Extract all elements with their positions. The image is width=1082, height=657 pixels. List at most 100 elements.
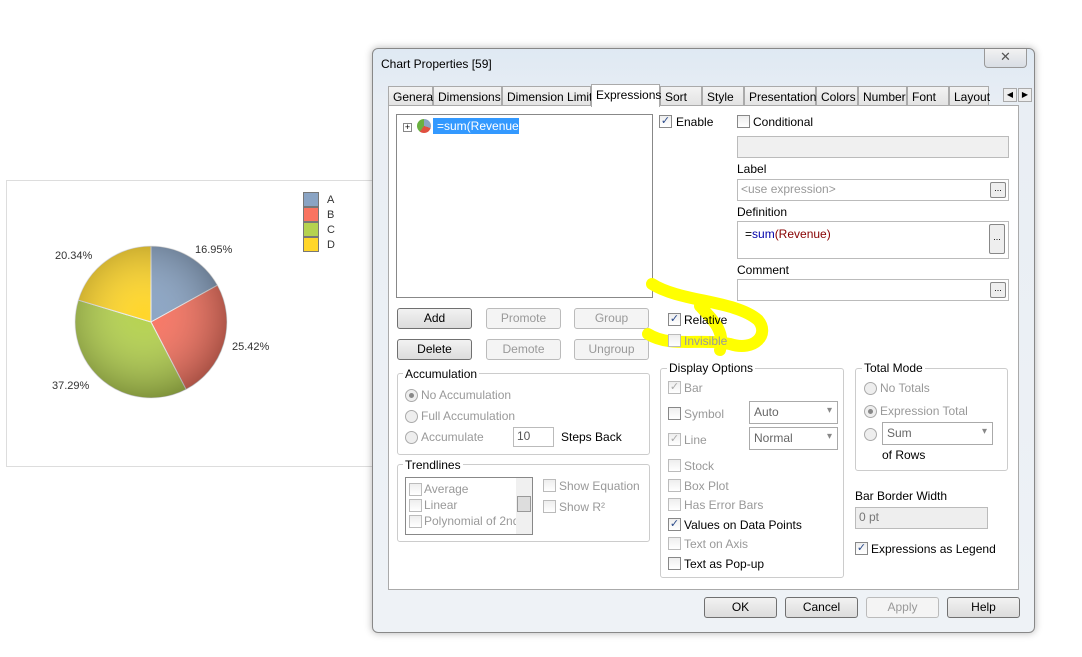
line-checkbox[interactable]: ✓ bbox=[668, 433, 681, 446]
values-on-data-points-checkbox[interactable]: ✓ bbox=[668, 518, 681, 531]
tab-colors[interactable]: Colors bbox=[816, 86, 858, 106]
relative-label: Relative bbox=[684, 313, 728, 327]
symbol-label: Symbol bbox=[684, 407, 725, 421]
no-totals-label: No Totals bbox=[880, 381, 930, 395]
line-label: Line bbox=[684, 433, 707, 447]
slice-label-c: 37.29% bbox=[52, 380, 90, 392]
full-accumulation-radio[interactable] bbox=[405, 410, 418, 423]
bar-border-width-label: Bar Border Width bbox=[855, 489, 948, 503]
show-r2-label: Show R² bbox=[559, 500, 606, 514]
label-input[interactable]: <use expression> bbox=[737, 179, 1009, 201]
group-button[interactable]: Group bbox=[574, 308, 649, 329]
pie-chart-icon bbox=[417, 119, 431, 133]
demote-button[interactable]: Demote bbox=[486, 339, 561, 360]
full-accumulation-label: Full Accumulation bbox=[421, 409, 516, 423]
stock-checkbox[interactable] bbox=[668, 459, 681, 472]
ungroup-button[interactable]: Ungroup bbox=[574, 339, 649, 360]
help-button[interactable]: Help bbox=[947, 597, 1020, 618]
accumulate-label: Accumulate bbox=[421, 430, 484, 444]
relative-checkbox[interactable]: ✓ bbox=[668, 313, 681, 326]
conditional-checkbox[interactable] bbox=[737, 115, 750, 128]
enable-label: Enable bbox=[676, 115, 714, 129]
symbol-dropdown[interactable]: Auto bbox=[749, 401, 838, 424]
text-on-axis-checkbox[interactable] bbox=[668, 537, 681, 550]
tab-number[interactable]: Number bbox=[858, 86, 907, 106]
trendline-item[interactable]: Average bbox=[424, 482, 468, 496]
tab-expressions[interactable]: Expressions bbox=[591, 84, 661, 107]
no-accumulation-label: No Accumulation bbox=[421, 388, 512, 402]
error-bars-label: Has Error Bars bbox=[684, 498, 764, 512]
expression-item[interactable]: =sum(Revenue) bbox=[433, 118, 523, 134]
total-mode-title: Total Mode bbox=[862, 361, 925, 375]
label-ellipsis-button[interactable]: ... bbox=[990, 182, 1006, 198]
legend-item: A bbox=[303, 192, 335, 207]
text-as-popup-label: Text as Pop-up bbox=[684, 557, 765, 571]
add-button[interactable]: Add bbox=[397, 308, 472, 329]
sum-of-rows-radio[interactable] bbox=[864, 428, 877, 441]
trendlines-list[interactable]: Average Linear Polynomial of 2nd d bbox=[405, 477, 533, 535]
bar-checkbox[interactable]: ✓ bbox=[668, 381, 681, 394]
tab-scroll-left[interactable]: ◀ bbox=[1003, 88, 1017, 102]
tab-layout[interactable]: Layout bbox=[949, 86, 990, 106]
legend-item: D bbox=[303, 237, 335, 252]
definition-heading: Definition bbox=[737, 205, 788, 219]
accumulate-radio[interactable] bbox=[405, 431, 418, 444]
definition-input[interactable]: =sum(Revenue) bbox=[737, 221, 1009, 259]
show-equation-checkbox[interactable] bbox=[543, 479, 556, 492]
legend-item: B bbox=[303, 207, 335, 222]
cancel-button[interactable]: Cancel bbox=[785, 597, 858, 618]
conditional-label: Conditional bbox=[753, 115, 814, 129]
label-heading: Label bbox=[737, 162, 767, 176]
tab-font[interactable]: Font bbox=[907, 86, 949, 106]
show-r2-checkbox[interactable] bbox=[543, 500, 556, 513]
box-plot-checkbox[interactable] bbox=[668, 479, 681, 492]
slice-label-b: 25.42% bbox=[232, 341, 270, 353]
tab-style[interactable]: Style bbox=[702, 86, 744, 106]
text-as-popup-checkbox[interactable] bbox=[668, 557, 681, 570]
stock-label: Stock bbox=[684, 459, 715, 473]
comment-ellipsis-button[interactable]: ... bbox=[990, 282, 1006, 298]
legend-item: C bbox=[303, 222, 335, 237]
ok-button[interactable]: OK bbox=[704, 597, 777, 618]
apply-button[interactable]: Apply bbox=[866, 597, 939, 618]
expressions-as-legend-checkbox[interactable]: ✓ bbox=[855, 542, 868, 555]
tab-presentation[interactable]: Presentation bbox=[744, 86, 816, 106]
no-totals-radio[interactable] bbox=[864, 382, 877, 395]
tab-general[interactable]: General bbox=[388, 86, 436, 106]
values-on-data-points-label: Values on Data Points bbox=[684, 518, 802, 532]
line-dropdown[interactable]: Normal bbox=[749, 427, 838, 450]
enable-checkbox[interactable]: ✓ bbox=[659, 115, 672, 128]
error-bars-checkbox[interactable] bbox=[668, 498, 681, 511]
steps-back-stepper[interactable]: 10 bbox=[513, 427, 554, 447]
invisible-label: Invisible bbox=[684, 334, 728, 348]
trendlines-title: Trendlines bbox=[403, 458, 463, 472]
expression-total-radio[interactable] bbox=[864, 405, 877, 418]
display-options-title: Display Options bbox=[667, 361, 756, 375]
no-accumulation-radio[interactable] bbox=[405, 389, 418, 402]
invisible-checkbox[interactable] bbox=[668, 334, 681, 347]
tab-dimensions[interactable]: Dimensions bbox=[433, 86, 502, 106]
trendlines-scrollbar[interactable] bbox=[516, 478, 532, 534]
bar-border-width-input[interactable]: 0 pt bbox=[855, 507, 988, 529]
pie-chart-object[interactable]: 16.95% 25.42% 37.29% 20.34% A B C D bbox=[6, 180, 376, 467]
of-rows-label: of Rows bbox=[882, 448, 926, 462]
expand-icon[interactable]: + bbox=[403, 123, 412, 132]
trendline-item[interactable]: Linear bbox=[424, 498, 457, 512]
comment-input[interactable] bbox=[737, 279, 1009, 301]
conditional-input[interactable] bbox=[737, 136, 1009, 158]
steps-back-label: Steps Back bbox=[561, 430, 622, 444]
legend: A B C D bbox=[303, 192, 335, 252]
sum-dropdown[interactable]: Sum bbox=[882, 422, 993, 445]
delete-button[interactable]: Delete bbox=[397, 339, 472, 360]
close-button[interactable]: ✕ bbox=[984, 49, 1027, 68]
tab-dimension-limits[interactable]: Dimension Limits bbox=[502, 86, 598, 106]
expression-tree[interactable]: + =sum(Revenue) bbox=[396, 114, 653, 298]
trendline-item[interactable]: Polynomial of 2nd d bbox=[424, 514, 529, 528]
text-on-axis-label: Text on Axis bbox=[684, 537, 749, 551]
definition-ellipsis-button[interactable]: ... bbox=[989, 224, 1005, 254]
tab-scroll-right[interactable]: ▶ bbox=[1018, 88, 1032, 102]
tab-sort[interactable]: Sort bbox=[660, 86, 702, 106]
symbol-checkbox[interactable] bbox=[668, 407, 681, 420]
promote-button[interactable]: Promote bbox=[486, 308, 561, 329]
expressions-as-legend-label: Expressions as Legend bbox=[871, 542, 996, 556]
